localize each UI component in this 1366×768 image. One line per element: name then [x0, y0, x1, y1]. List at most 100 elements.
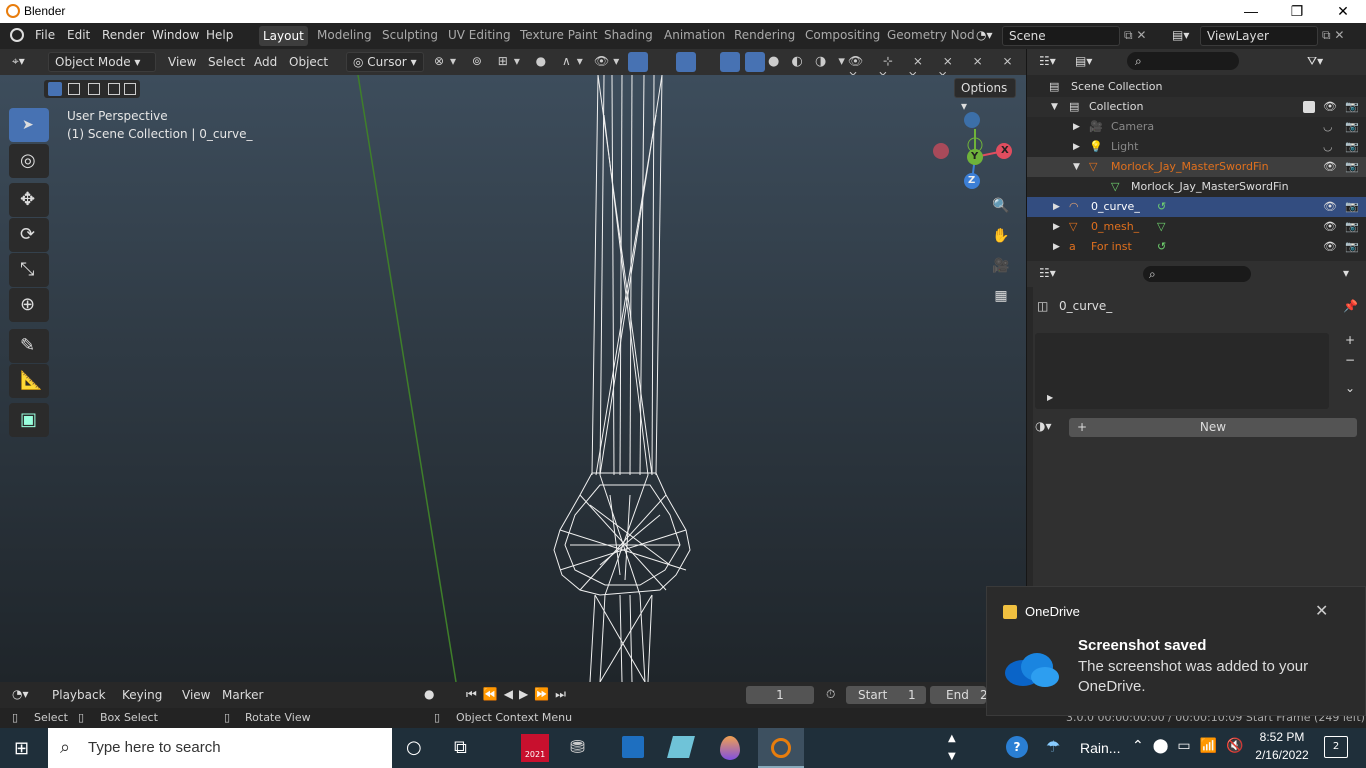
- blender-menu-icon[interactable]: [10, 28, 24, 42]
- tab-rendering[interactable]: Rendering: [734, 28, 795, 42]
- snap-icons[interactable]: ⊗▾ ⊚ ⊞▾ ● ∧▾: [434, 54, 589, 68]
- tab-geometry-nodes[interactable]: Geometry Nod: [887, 28, 975, 42]
- expand-arrow-icon[interactable]: ▶: [1073, 137, 1080, 157]
- close-button[interactable]: ✕: [1320, 0, 1366, 23]
- outliner-editor-icon[interactable]: ☷▾: [1039, 54, 1056, 68]
- notifications-icon[interactable]: 2: [1324, 736, 1348, 758]
- overlay-toggle-icon[interactable]: [676, 52, 696, 72]
- onedrive-notification[interactable]: OneDrive ✕ Screenshot saved The screensh…: [986, 586, 1366, 716]
- scene-field[interactable]: Scene: [1002, 26, 1120, 46]
- select-box-tool[interactable]: ➤: [9, 108, 49, 142]
- pan-hand-icon[interactable]: ✋: [988, 223, 1014, 249]
- clock-date[interactable]: 2/16/2022: [1254, 748, 1310, 762]
- menu-add[interactable]: Add: [254, 55, 277, 69]
- transform-tool[interactable]: ⊕: [9, 288, 49, 322]
- eye-icon[interactable]: 👁: [1323, 217, 1337, 237]
- outliner-row-morlock-data[interactable]: ▽ Morlock_Jay_MasterSwordFin: [1027, 177, 1366, 197]
- add-cube-tool[interactable]: ▣: [9, 403, 49, 437]
- view-layer-icon[interactable]: ▤▾: [1172, 28, 1189, 42]
- taskbar-scroll-icon[interactable]: ▲ ▼: [948, 730, 956, 766]
- menu-window[interactable]: Window: [152, 28, 199, 42]
- select-mode-buttons[interactable]: [44, 80, 140, 98]
- system-tray-icons[interactable]: ⌃⬤▭📶🔇: [1132, 738, 1253, 754]
- tab-layout[interactable]: Layout: [259, 26, 308, 46]
- expand-arrow-icon[interactable]: ▶: [1073, 117, 1080, 137]
- render-camera-icon[interactable]: 📷: [1345, 97, 1359, 117]
- select-new-icon[interactable]: [48, 82, 62, 96]
- eye-closed-icon[interactable]: ◡: [1323, 117, 1333, 137]
- rotate-tool[interactable]: ⟳: [9, 218, 49, 252]
- properties-search-input[interactable]: ⌕: [1143, 266, 1251, 282]
- tab-animation[interactable]: Animation: [664, 28, 725, 42]
- annotate-tool[interactable]: ✎: [9, 329, 49, 363]
- zoom-icon[interactable]: 🔍: [988, 193, 1014, 219]
- stopwatch-icon[interactable]: ⏱: [826, 687, 835, 702]
- outliner-row-mesh[interactable]: ▶ ▽ 0_mesh_ ▽ 👁 📷: [1027, 217, 1366, 237]
- pin-icon[interactable]: 📌: [1343, 299, 1358, 313]
- outliner-row-morlock-mesh[interactable]: ▼ ▽ Morlock_Jay_MasterSwordFin 👁 📷: [1027, 157, 1366, 177]
- minimize-button[interactable]: —: [1228, 0, 1274, 23]
- solidworks-app-icon[interactable]: 2021: [521, 734, 549, 762]
- eye-icon[interactable]: 👁: [1323, 97, 1337, 117]
- eye-icon[interactable]: 👁: [1323, 197, 1337, 217]
- render-camera-icon[interactable]: 📷: [1345, 137, 1359, 157]
- filter-icon[interactable]: ⛛▾: [1307, 54, 1323, 69]
- new-material-button[interactable]: + New: [1069, 418, 1357, 437]
- tab-uv-editing[interactable]: UV Editing: [448, 28, 511, 42]
- visibility-icons[interactable]: 👁▾: [594, 54, 623, 68]
- help-icon[interactable]: ?: [1006, 736, 1028, 758]
- menu-file[interactable]: File: [35, 28, 55, 42]
- menu-playback[interactable]: Playback: [52, 688, 106, 702]
- expand-arrow-icon[interactable]: ▶: [1053, 217, 1060, 237]
- select-intersect-icon[interactable]: [124, 83, 136, 95]
- display-mode-icon[interactable]: ▤▾: [1075, 54, 1092, 68]
- tab-shading[interactable]: Shading: [604, 28, 653, 42]
- select-subtract-icon[interactable]: [88, 83, 100, 95]
- droplet-app-icon[interactable]: [720, 736, 740, 760]
- weather-label[interactable]: Rain...: [1080, 740, 1120, 756]
- expand-arrow-icon[interactable]: ▼: [1073, 157, 1080, 177]
- properties-editor-icon[interactable]: ☷▾: [1039, 266, 1056, 280]
- move-tool[interactable]: ✥: [9, 183, 49, 217]
- material-slots-list[interactable]: ▶: [1035, 333, 1329, 409]
- photos-app-icon[interactable]: [622, 736, 644, 758]
- ortho-grid-icon[interactable]: ▦: [988, 283, 1014, 309]
- menu-edit[interactable]: Edit: [67, 28, 90, 42]
- new-scene-icon[interactable]: ⧉ ✕: [1124, 28, 1146, 43]
- expand-arrow-icon[interactable]: ▶: [1053, 237, 1060, 257]
- windows-start-icon[interactable]: ⊞: [14, 738, 29, 759]
- taskbar-search-box[interactable]: ⌕ Type here to search: [48, 728, 392, 768]
- tab-compositing[interactable]: Compositing: [805, 28, 880, 42]
- cursor-tool[interactable]: ◎: [9, 144, 49, 178]
- keyframe-record-icon[interactable]: ●: [424, 687, 434, 701]
- game-app-icon[interactable]: ⛃: [570, 737, 585, 758]
- end-frame-field[interactable]: End 2: [930, 686, 988, 704]
- start-frame-field[interactable]: Start 1: [846, 686, 926, 704]
- expand-arrow-icon[interactable]: ▶: [1053, 197, 1060, 217]
- render-camera-icon[interactable]: 📷: [1345, 157, 1359, 177]
- eye-icon[interactable]: 👁: [1323, 157, 1337, 177]
- tab-sculpting[interactable]: Sculpting: [382, 28, 438, 42]
- outliner-row-light[interactable]: ▶ 💡 Light ◡ 📷: [1027, 137, 1366, 157]
- add-slot-icon[interactable]: +: [1341, 333, 1359, 351]
- tab-modeling[interactable]: Modeling: [317, 28, 372, 42]
- menu-timeline-view[interactable]: View: [182, 688, 210, 702]
- outliner-row-font[interactable]: ▶ a For inst ↺ 👁 📷: [1027, 237, 1366, 257]
- blender-taskbar-button[interactable]: [758, 728, 804, 768]
- menu-marker[interactable]: Marker: [222, 688, 263, 702]
- select-invert-icon[interactable]: [108, 83, 120, 95]
- mode-dropdown[interactable]: Object Mode ▾: [48, 52, 156, 72]
- playback-controls-icons[interactable]: ⏮⏪◀▶⏩⏭: [466, 687, 572, 702]
- menu-keying[interactable]: Keying: [122, 688, 162, 702]
- options-dropdown[interactable]: Options ▾: [954, 78, 1016, 113]
- menu-render[interactable]: Render: [102, 28, 145, 42]
- scale-tool[interactable]: ⤡: [9, 253, 49, 287]
- material-browse-icon[interactable]: ◑▾: [1035, 419, 1052, 433]
- umbrella-weather-icon[interactable]: ☂: [1046, 737, 1060, 756]
- properties-options-icon[interactable]: ▾: [1343, 266, 1349, 280]
- current-frame-field[interactable]: 1: [746, 686, 814, 704]
- maximize-button[interactable]: ❐: [1274, 0, 1320, 23]
- task-view-icon[interactable]: ⧉: [454, 737, 467, 758]
- xray-toggle-icon[interactable]: [720, 52, 740, 72]
- select-extend-icon[interactable]: [68, 83, 80, 95]
